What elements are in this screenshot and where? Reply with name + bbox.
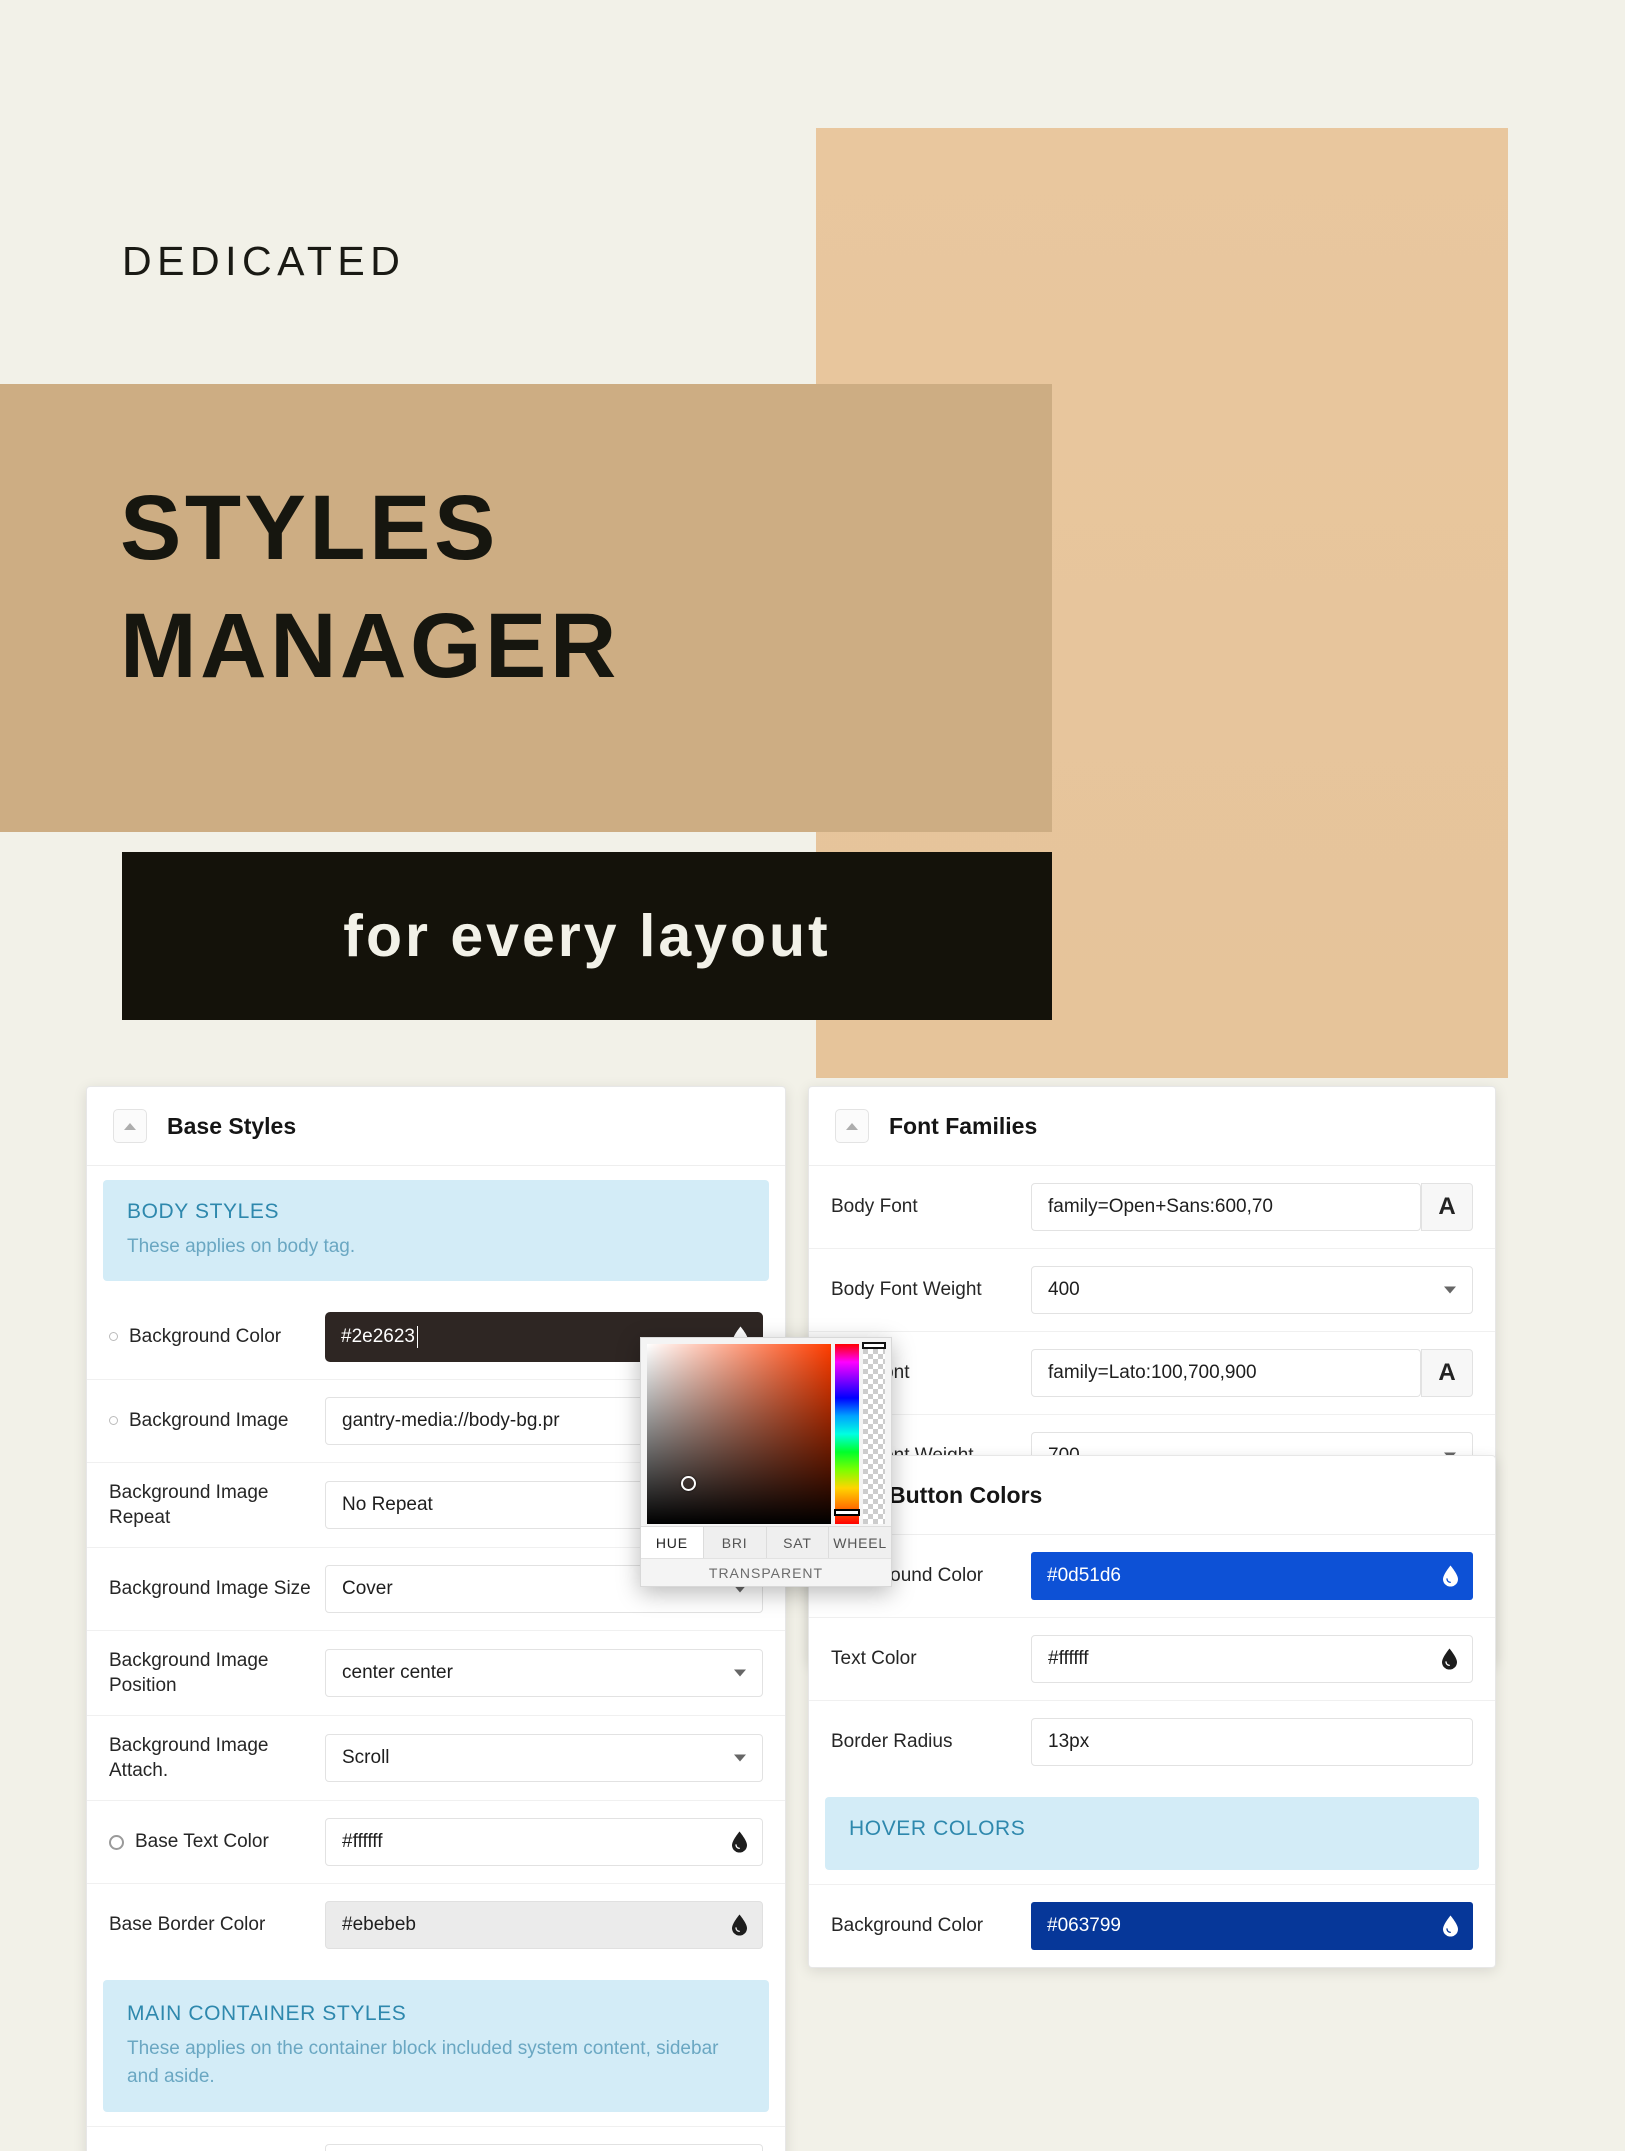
input-button-text-color[interactable]: #ffffff bbox=[1031, 1635, 1473, 1683]
hero-title-line-2: MANAGER bbox=[120, 594, 620, 697]
chevron-up-icon[interactable] bbox=[835, 1109, 869, 1143]
hover-colors-banner: HOVER COLORS bbox=[825, 1797, 1479, 1870]
chevron-down-icon bbox=[734, 1669, 746, 1677]
field-row-background-image-position: Background Image Position center center bbox=[87, 1629, 785, 1715]
body-styles-banner: BODY STYLES These applies on body tag. bbox=[103, 1180, 769, 1281]
chevron-up-icon[interactable] bbox=[113, 1109, 147, 1143]
body-styles-banner-title: BODY STYLES bbox=[127, 1200, 280, 1223]
body-styles-banner-subtitle: These applies on body tag. bbox=[127, 1236, 356, 1257]
label-background-image-repeat: Background Image Repeat bbox=[109, 1481, 269, 1528]
panel-base-styles-header[interactable]: Base Styles bbox=[87, 1087, 785, 1166]
input-base-border-color[interactable]: #ebebeb bbox=[325, 1901, 763, 1950]
label-hover-background-color: Background Color bbox=[831, 1915, 984, 1937]
indicator-dot-icon bbox=[109, 1332, 118, 1342]
panel-base-styles-title: Base Styles bbox=[167, 1112, 297, 1139]
field-row-background-image-attach: Background Image Attach. Scroll bbox=[87, 1714, 785, 1800]
input-button-border-radius[interactable]: 13px bbox=[1031, 1718, 1473, 1766]
hero-tagline: for every layout bbox=[343, 903, 831, 969]
indicator-ring-icon bbox=[109, 1834, 124, 1850]
label-background-image-position: Background Image Position bbox=[109, 1649, 269, 1696]
label-background-image-attach: Background Image Attach. bbox=[109, 1734, 269, 1781]
select-background-image-attach[interactable]: Scroll bbox=[325, 1733, 763, 1782]
styles-manager-panels: Base Styles BODY STYLES These applies on… bbox=[0, 1075, 1625, 2151]
panel-button-colors-header[interactable]: Button Colors bbox=[809, 1456, 1495, 1535]
field-row-base-text-color: Base Text Color #ffffff bbox=[87, 1800, 785, 1883]
panel-font-families-title: Font Families bbox=[889, 1112, 1038, 1139]
input-button-background-color[interactable]: #0d51d6 bbox=[1031, 1552, 1473, 1600]
color-picker-gradients bbox=[641, 1338, 891, 1526]
field-row-button-border-radius: Border Radius 13px bbox=[809, 1700, 1495, 1783]
field-row-button-text-color: Text Color #ffffff bbox=[809, 1617, 1495, 1700]
input-body-font[interactable]: family=Open+Sans:600,70 bbox=[1031, 1183, 1421, 1231]
droplet-icon[interactable] bbox=[1441, 1648, 1458, 1670]
font-a-icon[interactable]: A bbox=[1421, 1349, 1473, 1397]
label-background-image-size: Background Image Size bbox=[109, 1578, 311, 1600]
panel-button-colors: Button Colors Background Color #0d51d6 T… bbox=[808, 1455, 1496, 1968]
panel-button-colors-title: Button Colors bbox=[889, 1481, 1043, 1508]
hue-slider[interactable] bbox=[834, 1344, 860, 1524]
droplet-icon[interactable] bbox=[731, 1914, 748, 1936]
field-row-base-border-color: Base Border Color #ebebeb bbox=[87, 1883, 785, 1966]
label-body-font-weight: Body Font Weight bbox=[831, 1279, 982, 1301]
droplet-icon[interactable] bbox=[731, 1831, 748, 1853]
field-row-body-font: Body Font family=Open+Sans:600,70 A bbox=[809, 1166, 1495, 1248]
label-button-border-radius: Border Radius bbox=[831, 1731, 953, 1753]
tab-bri[interactable]: BRI bbox=[703, 1527, 767, 1558]
alpha-slider-handle[interactable] bbox=[862, 1342, 886, 1349]
label-base-text-color: Base Text Color bbox=[109, 1829, 325, 1854]
field-row-hover-background-color: Background Color #063799 bbox=[809, 1884, 1495, 1967]
hero-tagline-band: for every layout bbox=[122, 852, 1052, 1020]
label-background-image: Background Image bbox=[109, 1408, 325, 1433]
saturation-value-area[interactable] bbox=[647, 1344, 831, 1524]
label-background-color: Background Color bbox=[109, 1324, 325, 1349]
tab-wheel[interactable]: WHEEL bbox=[829, 1527, 891, 1558]
input-title-font[interactable]: family=Lato:100,700,900 bbox=[1031, 1349, 1421, 1397]
label-body-font: Body Font bbox=[831, 1196, 918, 1218]
label-base-border-color: Base Border Color bbox=[109, 1914, 266, 1936]
transparent-button[interactable]: TRANSPARENT bbox=[641, 1558, 891, 1586]
label-button-text-color: Text Color bbox=[831, 1648, 917, 1670]
field-row-button-background-color: Background Color #0d51d6 bbox=[809, 1535, 1495, 1617]
field-row-container-background-color: Background Color bbox=[87, 2126, 785, 2151]
hero-title-line-1: STYLES bbox=[120, 477, 499, 579]
main-container-styles-banner-subtitle: These applies on the container block inc… bbox=[127, 2038, 719, 2087]
hover-colors-banner-title: HOVER COLORS bbox=[849, 1817, 1026, 1840]
input-hover-background-color[interactable]: #063799 bbox=[1031, 1902, 1473, 1950]
alpha-slider[interactable] bbox=[862, 1342, 886, 1524]
select-body-font-weight[interactable]: 400 bbox=[1031, 1266, 1473, 1314]
select-background-image-position[interactable]: center center bbox=[325, 1648, 763, 1697]
tab-hue[interactable]: HUE bbox=[641, 1527, 704, 1558]
hue-slider-handle[interactable] bbox=[834, 1509, 860, 1516]
chevron-down-icon bbox=[734, 1754, 746, 1762]
main-container-styles-banner: MAIN CONTAINER STYLES These applies on t… bbox=[103, 1980, 769, 2113]
chevron-down-icon bbox=[1444, 1286, 1456, 1294]
tab-sat[interactable]: SAT bbox=[766, 1527, 830, 1558]
panel-base-styles: Base Styles BODY STYLES These applies on… bbox=[86, 1086, 786, 2151]
droplet-icon[interactable] bbox=[1442, 1915, 1459, 1937]
field-row-body-font-weight: Body Font Weight 400 bbox=[809, 1248, 1495, 1331]
panel-font-families-header[interactable]: Font Families bbox=[809, 1087, 1495, 1166]
color-picker-cursor[interactable] bbox=[681, 1476, 696, 1491]
main-container-styles-banner-title: MAIN CONTAINER STYLES bbox=[127, 2002, 407, 2026]
indicator-dot-icon bbox=[109, 1416, 118, 1426]
font-a-icon[interactable]: A bbox=[1421, 1183, 1473, 1231]
page-title: STYLES MANAGER bbox=[120, 470, 620, 706]
hero-kicker: DEDICATED bbox=[122, 238, 406, 284]
field-row-title-font: Title Font family=Lato:100,700,900 A bbox=[809, 1331, 1495, 1414]
droplet-icon[interactable] bbox=[1442, 1565, 1459, 1587]
color-picker-popup[interactable]: HUE BRI SAT WHEEL TRANSPARENT bbox=[640, 1337, 892, 1587]
page-root: DEDICATED STYLES MANAGER for every layou… bbox=[0, 0, 1625, 2151]
color-picker-tabs: HUE BRI SAT WHEEL bbox=[641, 1526, 891, 1558]
input-container-background-color[interactable] bbox=[325, 2144, 763, 2151]
input-base-text-color[interactable]: #ffffff bbox=[325, 1818, 763, 1867]
